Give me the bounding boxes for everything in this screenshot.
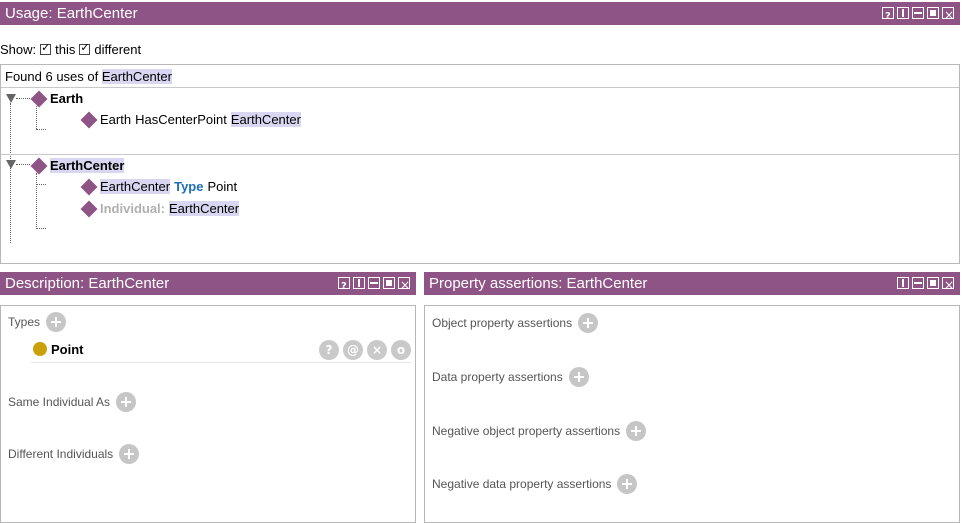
axiom-object: EarthCenter [169,201,240,216]
group-header[interactable]: Earth [30,90,84,107]
close-icon[interactable] [942,4,954,27]
object-property-section: Object property assertions [432,313,599,333]
help-icon[interactable] [882,5,894,28]
separator [1,154,959,155]
usage-title: Usage: EarthCenter [5,5,138,22]
help-button[interactable]: ? [319,340,339,360]
tree-connector [36,173,37,229]
description-window-controls [338,274,410,298]
tree-connector [10,103,11,243]
type-row-actions: ? @ × o [319,340,411,360]
usage-item[interactable]: EarthCenter Type Point [80,178,238,195]
add-same-individual-button[interactable] [116,392,137,412]
tree-connector [36,184,46,185]
axiom-property: HasCenterPoint [135,112,227,127]
property-panel: Object property assertions Data property… [424,305,960,523]
individual-icon [30,157,48,174]
found-entity[interactable]: EarthCenter [101,69,172,84]
axiom-object: EarthCenter [230,112,301,127]
individual-icon [80,178,98,195]
split-horizontal-icon[interactable] [912,277,924,289]
data-property-label: Data property assertions [432,370,563,384]
types-section: Types [8,312,67,332]
negative-object-property-section: Negative object property assertions [432,421,647,441]
usage-item[interactable]: Earth HasCenterPoint EarthCenter [80,111,301,128]
types-label: Types [8,315,41,329]
different-individuals-section: Different Individuals [8,444,140,464]
individual-icon [80,200,98,217]
found-summary: Found 6 uses of EarthCenter [5,69,172,84]
maximize-icon[interactable] [383,277,395,289]
property-titlebar: Property assertions: EarthCenter [424,272,960,297]
found-prefix: Found 6 uses of [5,69,99,84]
property-title: Property assertions: EarthCenter [429,275,648,292]
property-window-controls [897,274,954,297]
show-label: Show: [0,41,37,57]
axiom-keyword: Individual: [100,201,165,216]
split-vertical-icon[interactable] [897,277,909,289]
edit-button[interactable]: o [391,340,411,360]
add-object-property-button[interactable] [578,313,599,333]
add-negative-data-property-button[interactable] [617,474,638,494]
individual-icon [80,111,98,128]
data-property-section: Data property assertions [432,367,589,387]
usage-titlebar: Usage: EarthCenter [0,2,960,28]
help-icon[interactable] [338,275,350,298]
separator [1,87,959,88]
description-titlebar: Description: EarthCenter [0,272,416,298]
maximize-icon[interactable] [927,7,939,19]
negative-data-property-label: Negative data property assertions [432,477,612,491]
add-type-button[interactable] [46,312,67,332]
tree-connector [36,106,37,129]
split-horizontal-icon[interactable] [912,7,924,19]
close-icon[interactable] [942,274,954,297]
same-individual-label: Same Individual As [8,395,111,409]
individual-icon [30,90,48,107]
usage-tree: Found 6 uses of EarthCenter Earth Earth … [0,64,960,264]
annotate-button[interactable]: @ [343,340,363,360]
expand-triangle-icon[interactable] [6,94,16,103]
close-icon[interactable] [398,274,410,297]
tree-connector [36,228,46,229]
split-vertical-icon[interactable] [897,7,909,19]
usage-item[interactable]: Individual: EarthCenter [80,200,240,217]
show-options: Show: this different [0,40,141,58]
different-individuals-label: Different Individuals [8,447,114,461]
axiom-subject: EarthCenter [100,179,171,194]
tree-connector [16,98,30,99]
class-icon [33,342,47,356]
type-value: Point [51,342,84,357]
axiom-subject: Earth [100,112,132,127]
expand-triangle-icon[interactable] [6,160,16,169]
split-vertical-icon[interactable] [353,277,365,289]
negative-data-property-section: Negative data property assertions [432,474,638,494]
different-label: different [94,41,142,57]
maximize-icon[interactable] [927,277,939,289]
description-panel: Types Point ? @ × o Same Individual As D… [0,305,416,523]
object-property-label: Object property assertions [432,316,573,330]
negative-object-property-label: Negative object property assertions [432,424,621,438]
axiom-keyword: Type [174,179,204,194]
usage-window-controls [882,4,954,28]
description-title: Description: EarthCenter [5,275,170,292]
add-different-individual-button[interactable] [119,444,140,464]
add-data-property-button[interactable] [568,367,589,387]
group-header[interactable]: EarthCenter [30,157,125,174]
tree-connector [16,164,30,165]
same-individual-section: Same Individual As [8,392,137,412]
add-negative-object-property-button[interactable] [626,421,647,441]
tree-connector [36,129,46,130]
this-checkbox[interactable] [40,41,52,55]
group-header-label: Earth [50,91,84,106]
split-horizontal-icon[interactable] [368,277,380,289]
delete-button[interactable]: × [367,340,387,360]
different-checkbox[interactable] [79,41,91,55]
type-row[interactable]: Point ? @ × o [31,339,411,363]
axiom-object: Point [207,179,238,194]
this-label: this [55,41,76,57]
group-header-label: EarthCenter [50,158,125,173]
